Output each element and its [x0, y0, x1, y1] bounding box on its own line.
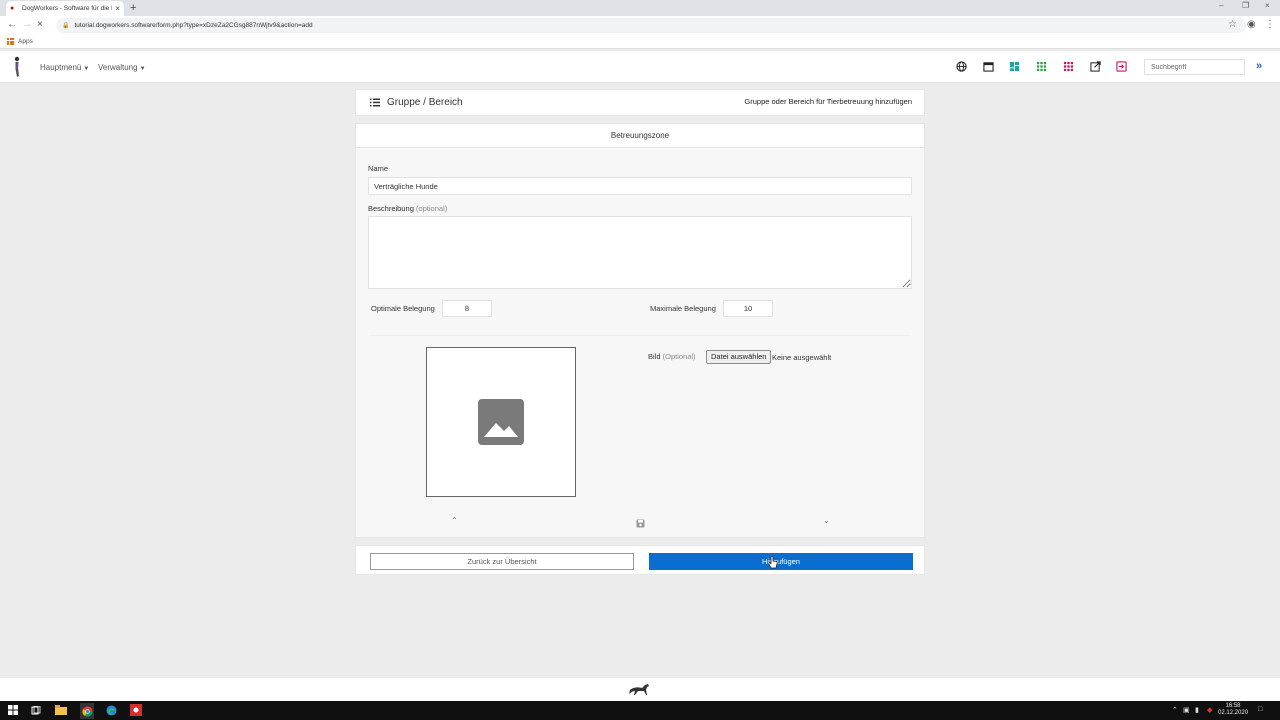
- menu-verwaltung-label: Verwaltung: [98, 63, 138, 72]
- description-label: Beschreibung (optional): [368, 204, 447, 213]
- recorder-app-icon[interactable]: [130, 704, 142, 716]
- new-tab-icon[interactable]: +: [130, 2, 136, 14]
- description-label-text: Beschreibung: [368, 204, 414, 213]
- browser-tab[interactable]: ● DogWorkers - Software für die H... ×: [6, 1, 124, 16]
- divider: [369, 335, 911, 336]
- section-title: Betreuungszone: [356, 124, 924, 148]
- search-input[interactable]: [1144, 59, 1245, 75]
- minimize-icon[interactable]: –: [1219, 1, 1223, 10]
- external-link-icon[interactable]: [1089, 60, 1102, 73]
- bookmarks-bar: Apps: [0, 35, 1280, 49]
- apps-grid-icon[interactable]: [7, 38, 14, 45]
- close-window-icon[interactable]: ×: [1265, 1, 1270, 10]
- windows-start-icon[interactable]: [7, 704, 19, 716]
- chevron-down-icon: ▼: [139, 66, 146, 72]
- file-explorer-icon[interactable]: [55, 704, 67, 716]
- tab-title: DogWorkers - Software für die H...: [22, 5, 113, 12]
- url-text: tutorial.dogworkers.software/form.php?ty…: [74, 22, 313, 29]
- tray-chevron-up-icon[interactable]: ⌃: [1172, 706, 1178, 714]
- menu-verwaltung[interactable]: Verwaltung ▼: [98, 63, 146, 72]
- browser-menu-icon[interactable]: ⋮: [1265, 19, 1275, 31]
- task-view-icon[interactable]: [30, 704, 42, 716]
- dashboard-icon[interactable]: [1008, 60, 1021, 73]
- browser-tabstrip: ● DogWorkers - Software für die H... × +…: [0, 0, 1280, 16]
- apps-red-grid-icon[interactable]: [1062, 60, 1075, 73]
- forward-arrow-icon[interactable]: →: [22, 19, 32, 31]
- network-icon[interactable]: ▣: [1183, 706, 1190, 714]
- menu-hauptmenue-label: Hauptmenü: [40, 63, 82, 72]
- chevron-down-icon[interactable]: ⌄: [823, 516, 830, 525]
- file-status: Keine ausgewählt: [772, 353, 832, 362]
- back-to-overview-button[interactable]: Zurück zur Übersicht: [370, 553, 634, 570]
- list-icon: [370, 98, 380, 107]
- restore-icon[interactable]: ❐: [1242, 1, 1249, 10]
- page-title: Gruppe / Bereich: [387, 97, 463, 108]
- system-clock[interactable]: 16:58 02.12.2020: [1218, 703, 1248, 717]
- notification-app-icon[interactable]: ◆: [1207, 706, 1212, 714]
- image-placeholder-icon: [478, 399, 524, 445]
- close-tab-icon[interactable]: ×: [115, 4, 120, 13]
- clock-date: 02.12.2020: [1218, 710, 1249, 716]
- add-button[interactable]: Hinzufügen: [649, 553, 913, 570]
- bookmark-star-icon[interactable]: ☆: [1228, 19, 1237, 31]
- hand-cursor-icon: [768, 556, 778, 569]
- address-bar[interactable]: 🔒 tutorial.dogworkers.software/form.php?…: [56, 18, 1246, 33]
- form-card: Betreuungszone Name Beschreibung (option…: [355, 123, 925, 538]
- stop-loading-icon[interactable]: ×: [37, 19, 43, 31]
- actions-card: Zurück zur Übersicht Hinzufügen: [355, 545, 925, 575]
- greyhound-logo-icon: [629, 684, 649, 695]
- dogworkers-favicon-icon: ●: [10, 5, 15, 12]
- image-label: Bild (Optional): [648, 352, 696, 361]
- logout-icon[interactable]: [1115, 60, 1128, 73]
- lock-icon: 🔒: [62, 23, 70, 29]
- profile-icon[interactable]: ◉: [1247, 19, 1256, 31]
- dogworkers-logo-icon[interactable]: [11, 56, 23, 78]
- chevron-down-icon: ▼: [83, 66, 90, 72]
- optimal-occupancy-input[interactable]: [442, 300, 492, 317]
- image-preview: [426, 347, 576, 497]
- apps-green-grid-icon[interactable]: [1035, 60, 1048, 73]
- optimal-occupancy-label: Optimale Belegung: [371, 304, 435, 313]
- back-arrow-icon[interactable]: ←: [7, 19, 17, 31]
- battery-icon[interactable]: ▮: [1195, 706, 1199, 714]
- app-navbar: Hauptmenü ▼ Verwaltung ▼: [0, 51, 1280, 83]
- clock-time: 16:58: [1225, 703, 1241, 709]
- menu-hauptmenue[interactable]: Hauptmenü ▼: [40, 63, 89, 72]
- globe-icon[interactable]: [955, 60, 968, 73]
- edge-icon[interactable]: [105, 704, 117, 716]
- browser-toolbar: ← → × 🔒 tutorial.dogworkers.software/for…: [0, 16, 1280, 35]
- apps-bookmark[interactable]: Apps: [18, 38, 33, 45]
- image-optional: (Optional): [662, 352, 696, 361]
- page-header-card: Gruppe / Bereich Gruppe oder Bereich für…: [355, 89, 925, 116]
- chrome-icon[interactable]: [80, 703, 94, 719]
- save-icon[interactable]: [636, 519, 645, 528]
- chevron-up-icon[interactable]: ⌃: [451, 516, 458, 525]
- description-textarea[interactable]: [368, 216, 912, 289]
- name-input[interactable]: [368, 177, 912, 195]
- choose-file-button[interactable]: Datei auswählen: [706, 350, 772, 364]
- page-footer: [0, 678, 1280, 701]
- image-label-text: Bild: [648, 352, 661, 361]
- expand-sidebar-icon[interactable]: »: [1256, 60, 1262, 72]
- max-occupancy-label: Maximale Belegung: [650, 304, 716, 313]
- action-center-icon[interactable]: □: [1258, 706, 1262, 713]
- name-label: Name: [368, 164, 389, 173]
- max-occupancy-input[interactable]: [723, 300, 773, 317]
- description-optional: (optional): [415, 204, 448, 213]
- page-subtitle: Gruppe oder Bereich für Tierbetreuung hi…: [744, 97, 912, 106]
- calendar-icon[interactable]: [982, 60, 995, 73]
- windows-taskbar: ⌃ ▣ ▮ ◆ 16:58 02.12.2020 □: [0, 701, 1280, 720]
